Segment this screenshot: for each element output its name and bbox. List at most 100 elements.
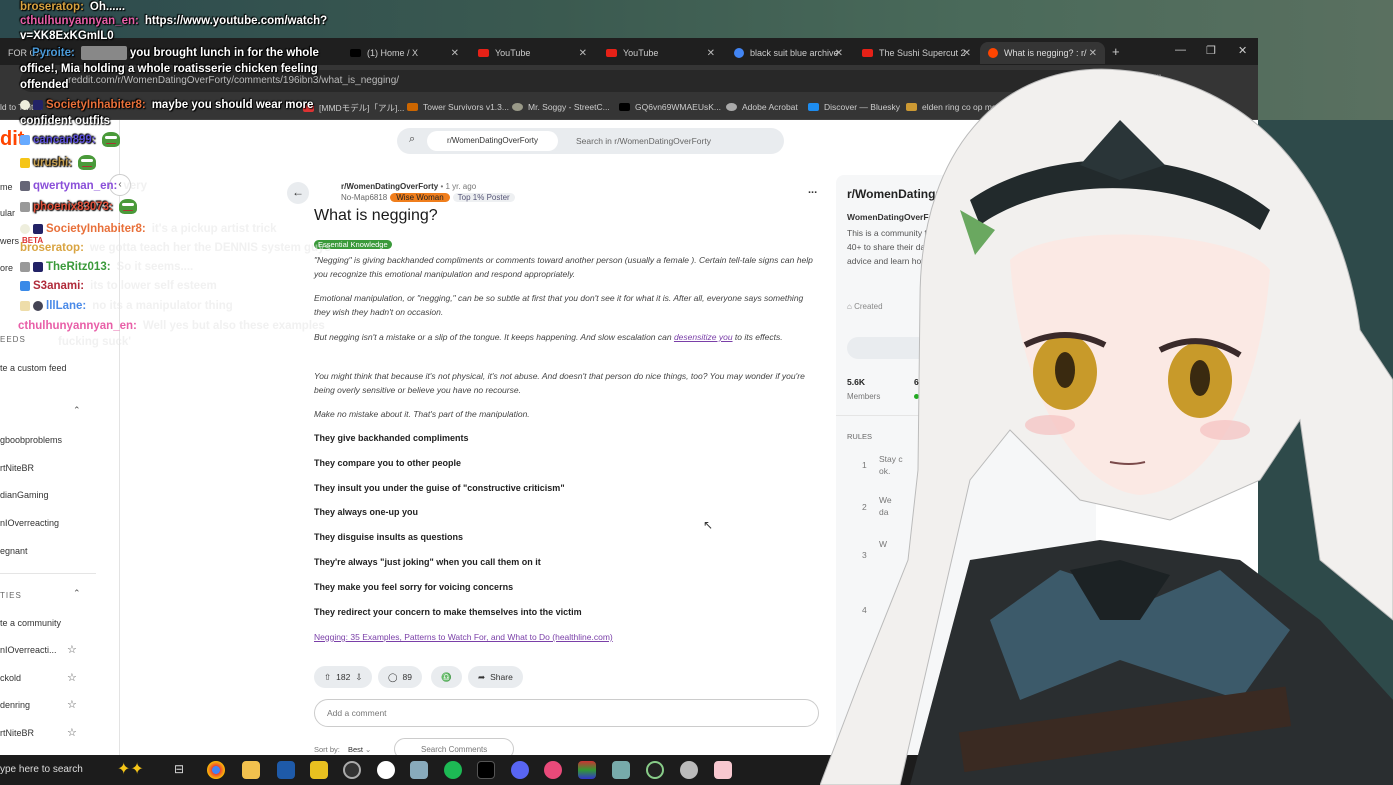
tab-youtube[interactable]: YouTube ✕ [470, 42, 595, 64]
app-icon[interactable] [277, 761, 295, 779]
create-community[interactable]: te a community [0, 618, 61, 628]
post-author[interactable]: No-Map6818 [341, 193, 387, 202]
bookmark[interactable]: Tower Survivors v1.3... [407, 102, 509, 112]
chat-username[interactable]: cthulhunyannyan_en: [18, 320, 137, 332]
bookmark[interactable]: GQ6vn69WMAEUsK... [619, 102, 721, 112]
post-subreddit[interactable]: r/WomenDatingOverForty [341, 182, 438, 191]
comment-icon: ◯ [388, 671, 398, 682]
chat-username[interactable]: lllLane: [46, 300, 86, 312]
healthline-link[interactable]: Negging: 35 Examples, Patterns to Watch … [314, 632, 613, 642]
chat-username[interactable]: Pyroite: [32, 47, 75, 59]
comments-button[interactable]: ◯ 89 [378, 666, 422, 688]
close-icon[interactable]: ✕ [707, 48, 715, 59]
post-paragraph: Make no mistake about it. That's part of… [314, 409, 530, 419]
post-bold-line: They disguise insults as questions [314, 532, 464, 542]
chat-username[interactable]: urushi: [33, 157, 72, 169]
subreddit-chip[interactable]: r/WomenDatingOverForty [427, 131, 558, 151]
recent-item[interactable]: gboobproblems [0, 435, 62, 445]
youtube-icon [478, 49, 489, 57]
community-item[interactable]: denring [0, 700, 30, 710]
close-icon[interactable]: ✕ [579, 48, 587, 59]
app-icon[interactable] [310, 761, 328, 779]
itunes-icon[interactable] [544, 761, 562, 779]
tab-x-home[interactable]: (1) Home / X ✕ [342, 42, 467, 64]
chat-username[interactable]: cancan899: [33, 134, 96, 146]
app-icon[interactable] [646, 761, 664, 779]
tab-youtube[interactable]: YouTube ✕ [598, 42, 723, 64]
chrome-icon[interactable] [207, 761, 225, 779]
text: to its effects. [732, 332, 783, 342]
chat-username[interactable]: broseratop: [20, 242, 84, 254]
chat-username[interactable]: qwertyman_en: [33, 180, 117, 192]
search-bar[interactable]: ⌕ r/WomenDatingOverForty Search in r/Wom… [397, 128, 784, 154]
star-icon[interactable]: ☆ [67, 671, 77, 684]
chat-username[interactable]: SocietyInhabiter8: [46, 99, 146, 111]
star-icon[interactable]: ☆ [67, 726, 77, 739]
back-button[interactable]: ← [287, 182, 309, 204]
recent-item[interactable]: dianGaming [0, 490, 49, 500]
recent-item[interactable]: rtNiteBR [0, 463, 34, 473]
copilot-sparkle-icon[interactable]: ✦✦ [117, 759, 144, 779]
chat-username[interactable]: cthulhunyannyan_en: [20, 15, 139, 27]
app-icon[interactable] [612, 761, 630, 779]
sort-dropdown[interactable]: Best [348, 745, 363, 754]
community-item[interactable]: ckold [0, 673, 21, 683]
bookmark[interactable]: Mr. Soggy - StreetC... [512, 102, 610, 112]
chat-username[interactable]: phoenix83073: [33, 201, 113, 213]
community-item[interactable]: rtNiteBR [0, 728, 34, 738]
close-icon[interactable]: ✕ [451, 48, 459, 59]
comment-input[interactable]: Add a comment [314, 699, 819, 727]
chat-username[interactable]: SocietyInhabiter8: [46, 223, 146, 235]
app-icon[interactable] [377, 761, 395, 779]
gift-badge-icon [20, 134, 30, 145]
tab-label: YouTube [495, 48, 531, 58]
task-view-icon[interactable]: ⊟ [174, 762, 184, 776]
create-custom-feed[interactable]: te a custom feed [0, 363, 67, 373]
pepe-emote [118, 199, 137, 215]
communities-header[interactable]: TIES [0, 591, 22, 600]
nav-explore[interactable]: ore [0, 263, 13, 273]
app-icon[interactable] [714, 761, 732, 779]
bookmark[interactable]: [MMDモデル]「アル]... [303, 102, 404, 114]
taskbar-search[interactable]: ype here to search [0, 764, 83, 775]
chat-text: we gotta teach her the DENNIS system guy… [89, 242, 331, 254]
more-options-button[interactable]: ... [808, 184, 817, 196]
post-bold-line: They make you feel sorry for voicing con… [314, 582, 514, 592]
recent-item[interactable]: nIOverreacting [0, 518, 59, 528]
upvote-icon[interactable]: ⇧ [324, 672, 331, 683]
vote-count: 182 [336, 672, 351, 682]
chat-username[interactable]: broseratop: [20, 1, 84, 13]
community-item[interactable]: nIOverreacti... [0, 645, 57, 655]
chat-message: SocietyInhabiter8: maybe you should wear … [20, 97, 313, 129]
recent-item[interactable]: egnant [0, 546, 28, 556]
desensitize-link[interactable]: desensitize you [674, 332, 733, 342]
nav-popular[interactable]: ular [0, 208, 15, 218]
file-explorer-icon[interactable] [242, 761, 260, 779]
award-button[interactable]: ♎ [431, 666, 462, 688]
paint-icon[interactable] [410, 761, 428, 779]
star-icon[interactable]: ☆ [67, 698, 77, 711]
bookmark[interactable]: Adobe Acrobat [726, 102, 798, 112]
post-paragraph: "Negging" is giving backhanded complimen… [314, 255, 813, 279]
obs-icon[interactable] [343, 761, 361, 779]
chat-username[interactable]: S3anami: [33, 280, 84, 292]
chat-text: you brought lunch in for the whole [129, 47, 319, 59]
downvote-icon[interactable]: ⇩ [355, 672, 362, 683]
nav-answers[interactable]: wers [0, 236, 19, 246]
youtube-icon [606, 49, 617, 57]
chat-text: offended [20, 79, 69, 91]
chevron-up-icon[interactable]: ⌃ [73, 405, 81, 416]
discord-icon[interactable] [511, 761, 529, 779]
share-button[interactable]: ➦ Share [468, 666, 523, 688]
spotify-icon[interactable] [444, 761, 462, 779]
nav-home[interactable]: me [0, 182, 13, 192]
chat-username[interactable]: TheRitz013: [46, 261, 111, 273]
sort-label: Sort by: [314, 745, 340, 754]
app-icon[interactable] [477, 761, 495, 779]
winrar-icon[interactable] [578, 761, 596, 779]
mouse-cursor: ↖ [703, 518, 714, 532]
chevron-up-icon[interactable]: ⌃ [73, 588, 81, 599]
search-comments-input[interactable]: Search Comments [394, 738, 514, 755]
star-icon[interactable]: ☆ [67, 643, 77, 656]
app-icon[interactable] [680, 761, 698, 779]
